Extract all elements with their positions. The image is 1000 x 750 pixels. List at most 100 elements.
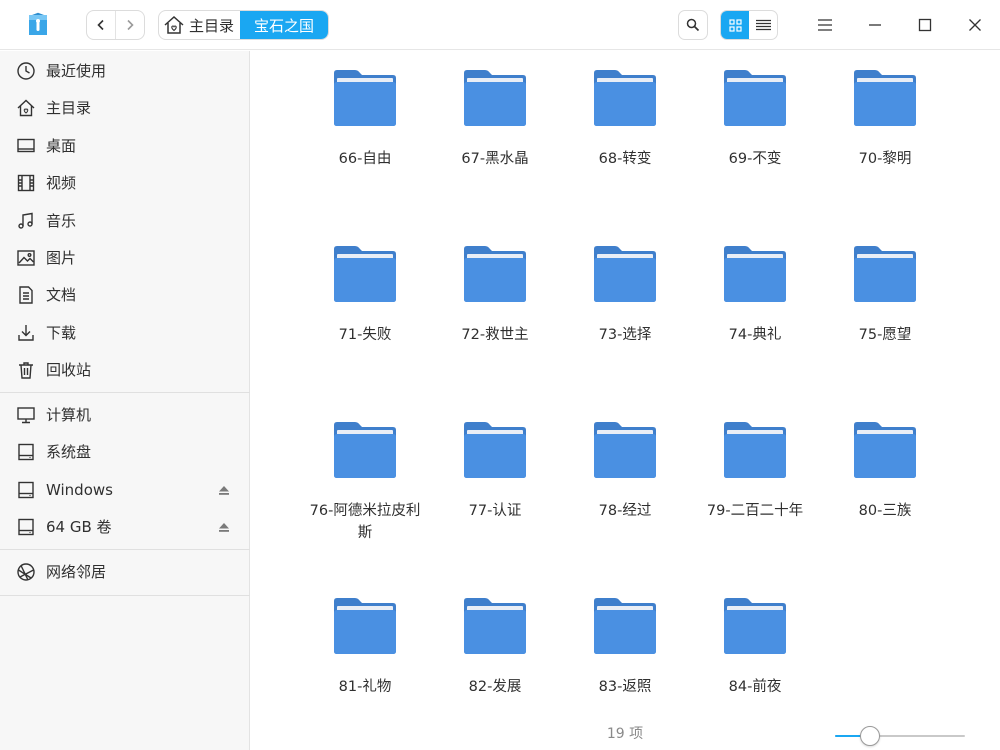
folder-item[interactable]: 76-阿德米拉皮利斯 xyxy=(305,421,425,544)
sidebar-item[interactable]: Windows xyxy=(0,472,250,508)
item-count: 19 项 xyxy=(606,726,644,742)
maximize-icon xyxy=(918,18,932,32)
chevron-left-icon xyxy=(97,19,104,31)
forward-button[interactable] xyxy=(115,11,144,39)
breadcrumb-current[interactable]: 宝石之国 xyxy=(240,11,329,39)
icon-view-button[interactable] xyxy=(721,11,749,39)
sidebar-item[interactable]: 网络邻居 xyxy=(0,554,250,590)
folder-item[interactable]: 77-认证 xyxy=(435,421,555,522)
sidebar-item-label: 回收站 xyxy=(46,361,92,380)
sidebar-item-label: 计算机 xyxy=(46,405,92,424)
music-icon xyxy=(18,212,33,229)
sidebar-item-label: 视频 xyxy=(46,174,77,193)
folder-name: 73-选择 xyxy=(598,327,652,343)
folder-item[interactable]: 74-典礼 xyxy=(695,245,815,346)
main-menu-button[interactable] xyxy=(810,10,840,40)
folder-icon xyxy=(334,422,396,478)
folder-item[interactable]: 83-返照 xyxy=(565,597,685,698)
back-button[interactable] xyxy=(87,11,115,39)
sidebar-item-label: 下载 xyxy=(46,323,77,342)
folder-item[interactable]: 69-不变 xyxy=(695,69,815,170)
folder-item[interactable]: 68-转变 xyxy=(565,69,685,170)
folder-item[interactable]: 81-礼物 xyxy=(305,597,425,698)
folder-icon xyxy=(334,70,396,126)
list-view-button[interactable] xyxy=(749,11,777,39)
home-icon xyxy=(17,99,35,117)
title-bar: 主目录 宝石之国 xyxy=(0,0,1000,50)
folder-item[interactable]: 82-发展 xyxy=(435,597,555,698)
search-button[interactable] xyxy=(678,10,708,40)
sidebar-item[interactable]: 主目录 xyxy=(0,90,250,126)
minimize-button[interactable] xyxy=(860,10,890,40)
sidebar-separator xyxy=(0,391,250,393)
folder-icon xyxy=(464,70,526,126)
close-icon xyxy=(969,19,981,31)
folder-item[interactable]: 70-黎明 xyxy=(825,69,945,170)
sidebar-item[interactable]: 音乐 xyxy=(0,203,250,239)
folder-icon xyxy=(464,422,526,478)
sidebar-item-label: 桌面 xyxy=(46,136,77,155)
list-icon xyxy=(755,19,771,30)
folder-icon xyxy=(724,422,786,478)
folder-item[interactable]: 73-选择 xyxy=(565,245,685,346)
document-icon xyxy=(19,286,33,305)
close-button[interactable] xyxy=(960,10,990,40)
folder-name: 77-认证 xyxy=(468,503,522,519)
sidebar-item[interactable]: 视频 xyxy=(0,165,250,201)
disk-icon xyxy=(18,481,34,498)
breadcrumb-home-label: 主目录 xyxy=(189,16,235,35)
trash-icon xyxy=(19,362,33,379)
slider-handle[interactable] xyxy=(860,726,881,746)
sidebar-item[interactable]: 桌面 xyxy=(0,128,250,164)
folder-name: 78-经过 xyxy=(598,503,652,519)
sidebar-item[interactable]: 系统盘 xyxy=(0,434,250,470)
sidebar-item[interactable]: 64 GB 卷 xyxy=(0,509,250,545)
computer-icon xyxy=(17,406,35,423)
folder-icon xyxy=(854,70,916,126)
folder-item[interactable]: 84-前夜 xyxy=(695,597,815,698)
sidebar-item[interactable]: 下载 xyxy=(0,315,250,351)
disk-icon xyxy=(18,443,34,461)
folder-name: 67-黑水晶 xyxy=(461,151,529,167)
search-icon xyxy=(686,18,700,32)
folder-name: 70-黎明 xyxy=(858,151,912,167)
folder-name: 66-自由 xyxy=(338,151,392,167)
breadcrumb-home[interactable]: 主目录 xyxy=(159,11,240,39)
folder-name: 76-阿德米拉皮利斯 xyxy=(309,503,421,541)
folder-name: 68-转变 xyxy=(598,151,652,167)
eject-icon[interactable] xyxy=(217,483,231,497)
sidebar-item[interactable]: 计算机 xyxy=(0,397,250,433)
eject-icon[interactable] xyxy=(217,520,231,534)
sidebar-item[interactable]: 文档 xyxy=(0,277,250,313)
folder-item[interactable]: 78-经过 xyxy=(565,421,685,522)
folder-name: 75-愿望 xyxy=(858,327,912,343)
sidebar-item[interactable]: 图片 xyxy=(0,240,250,276)
folder-icon xyxy=(334,598,396,654)
folder-item[interactable]: 66-自由 xyxy=(305,69,425,170)
folder-icon xyxy=(854,246,916,302)
sidebar-separator xyxy=(0,548,250,550)
folder-item[interactable]: 79-二百二十年 xyxy=(695,421,815,522)
sidebar: 最近使用 主目录桌面视频音乐 图片 文档下载回收站计算机系统盘 Windows 64 GB… xyxy=(0,51,250,750)
folder-item[interactable]: 72-救世主 xyxy=(435,245,555,346)
folder-name: 74-典礼 xyxy=(728,327,782,343)
history-nav xyxy=(86,10,145,40)
file-manager-logo-icon[interactable] xyxy=(26,12,50,38)
maximize-button[interactable] xyxy=(910,10,940,40)
folder-item[interactable]: 75-愿望 xyxy=(825,245,945,346)
folder-name: 79-二百二十年 xyxy=(706,503,804,519)
sidebar-item[interactable]: 回收站 xyxy=(0,352,250,388)
sidebar-item-label: 64 GB 卷 xyxy=(46,518,112,537)
folder-name: 82-发展 xyxy=(468,679,522,695)
icon-size-slider[interactable] xyxy=(835,725,965,747)
sidebar-item[interactable]: 最近使用 xyxy=(0,53,250,89)
folder-item[interactable]: 67-黑水晶 xyxy=(435,69,555,170)
folder-name: 84-前夜 xyxy=(728,679,782,695)
folder-icon xyxy=(594,246,656,302)
download-icon xyxy=(18,324,34,341)
folder-item[interactable]: 80-三族 xyxy=(825,421,945,522)
folder-name: 81-礼物 xyxy=(338,679,392,695)
folder-item[interactable]: 71-失败 xyxy=(305,245,425,346)
view-mode-switch xyxy=(720,10,778,40)
sidebar-item-label: Windows xyxy=(46,480,113,499)
